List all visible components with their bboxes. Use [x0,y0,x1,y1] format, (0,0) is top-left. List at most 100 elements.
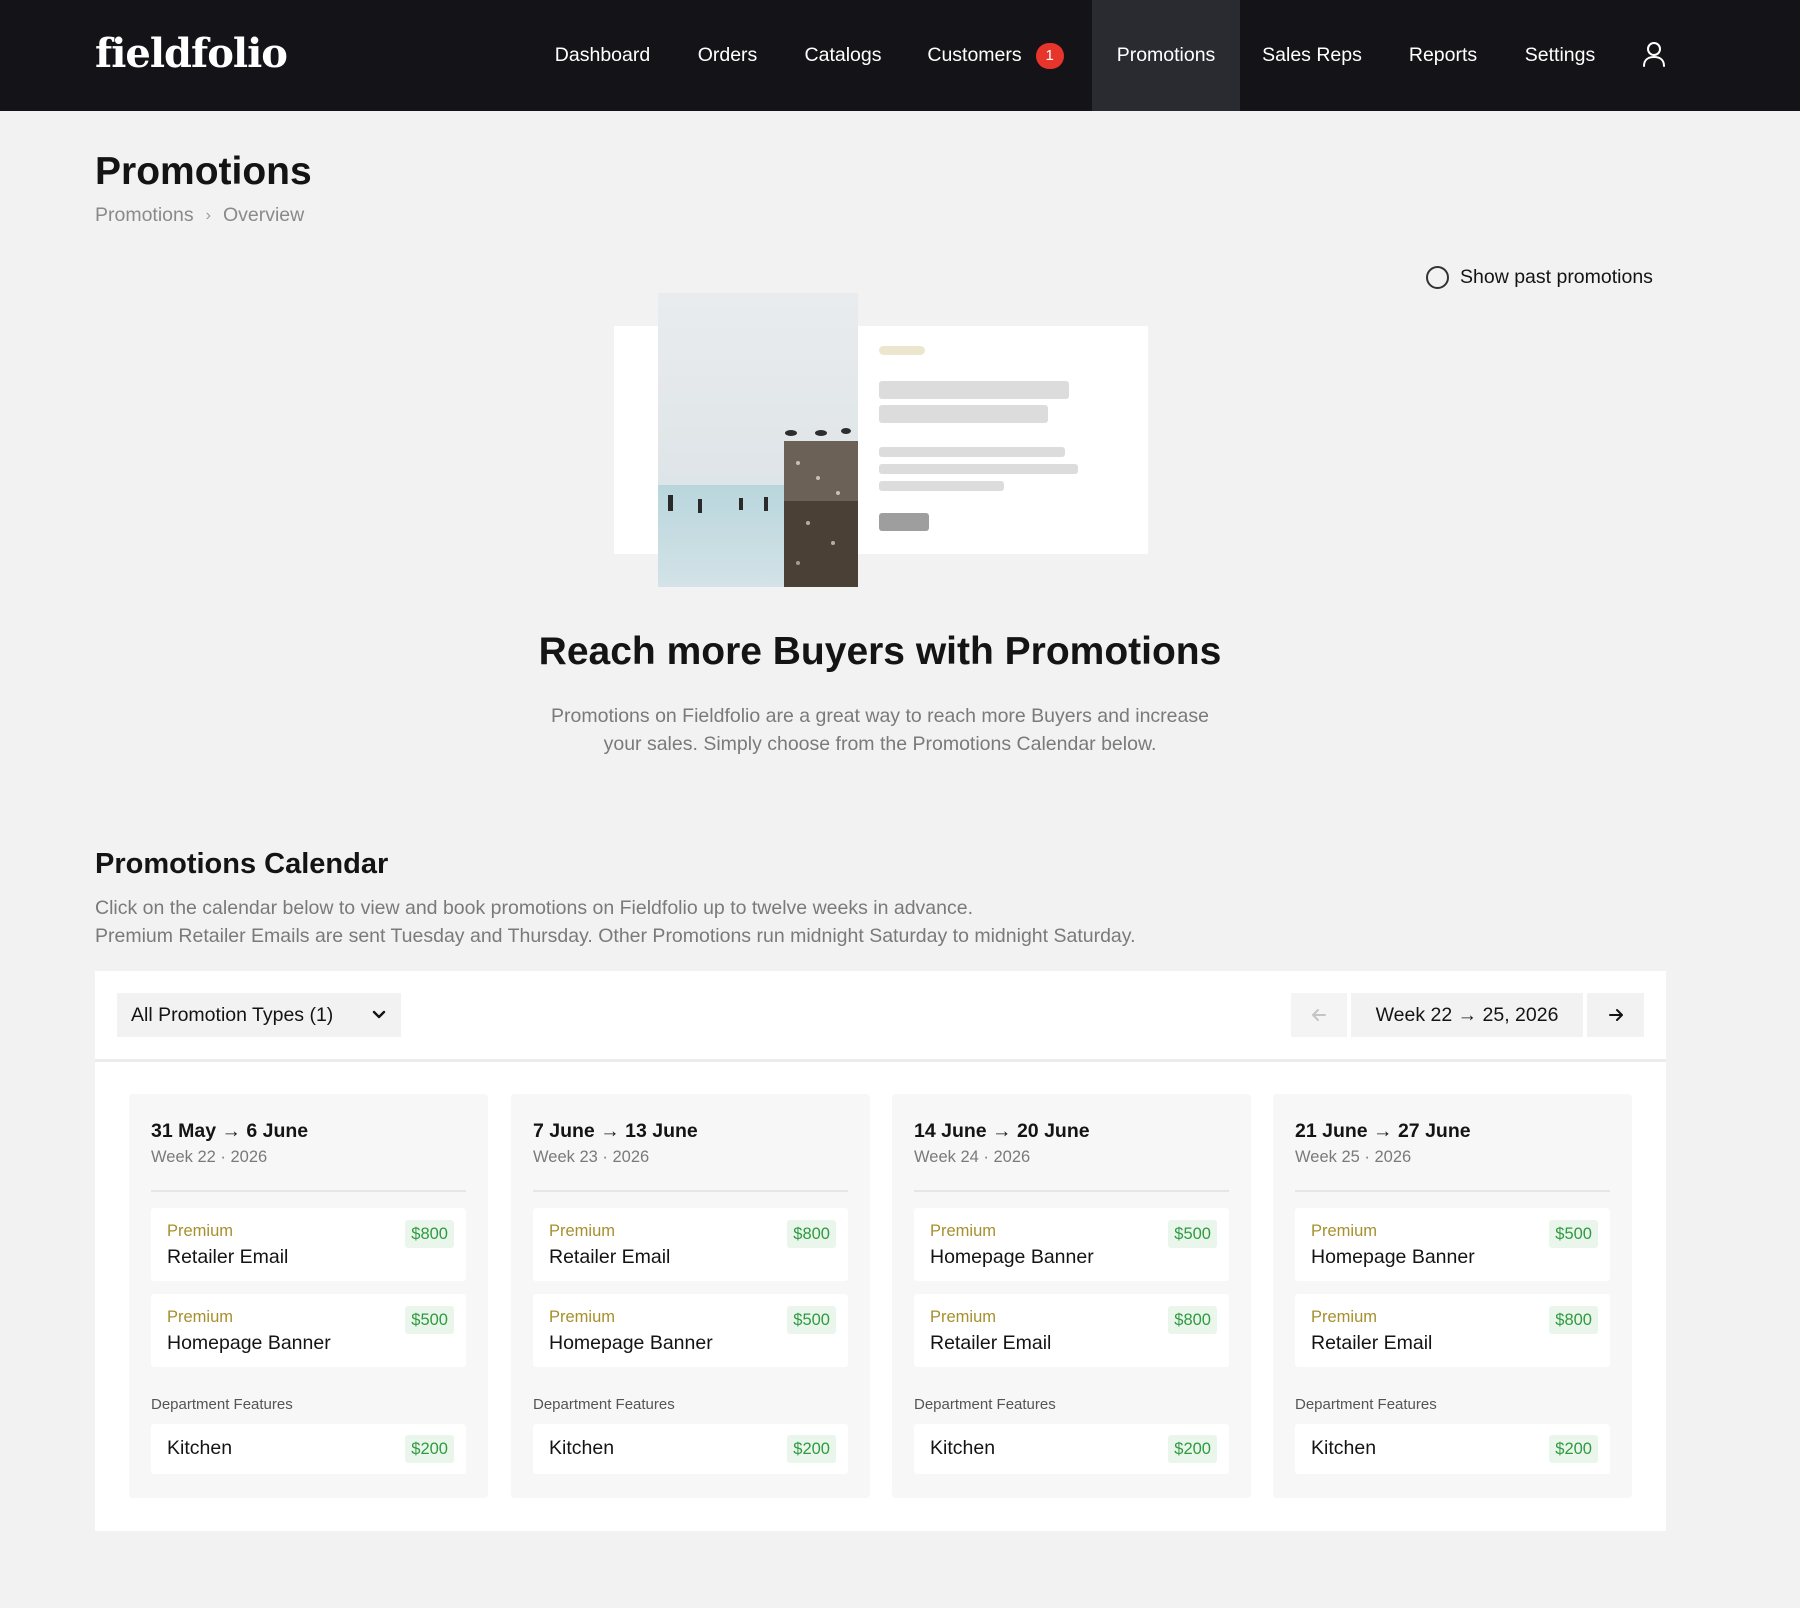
promotion-slot[interactable]: Premium Retailer Email $800 [1295,1294,1610,1367]
skeleton-heading-line [879,405,1048,423]
department-features-label: Department Features [151,1396,293,1413]
promotion-tier: Premium [549,1308,616,1326]
department-name: Kitchen [549,1437,615,1459]
customers-notification-badge: 1 [1035,42,1064,69]
promotion-price-badge: $200 [787,1435,836,1463]
department-feature-slot[interactable]: Kitchen $200 [151,1424,466,1474]
promotion-price-badge: $500 [787,1306,836,1334]
promotion-slot[interactable]: Premium Homepage Banner $500 [1295,1208,1610,1281]
promotion-slot[interactable]: Premium Homepage Banner $500 [151,1294,466,1367]
department-feature-slot[interactable]: Kitchen $200 [914,1424,1229,1474]
promotion-slot[interactable]: Premium Homepage Banner $500 [533,1294,848,1367]
nav-customers[interactable]: Customers 1 [913,0,1078,111]
breadcrumb: Promotions › Overview [95,204,304,227]
week-column: 21 June → 27 June Week 25 · 2026 Premium… [1273,1094,1632,1498]
promotion-price-badge: $800 [1549,1306,1598,1334]
nav-sales-reps[interactable]: Sales Reps [1251,0,1373,111]
week-number: Week 22 · 2026 [151,1148,268,1166]
promotion-price-badge: $200 [1168,1435,1217,1463]
panel-divider [95,1059,1666,1062]
show-past-promotions-label: Show past promotions [1460,266,1653,288]
page-title: Promotions [95,150,312,193]
radio-circle-icon[interactable] [1426,266,1449,289]
nav-settings[interactable]: Settings [1510,0,1610,111]
department-feature-slot[interactable]: Kitchen $200 [1295,1424,1610,1474]
week-date-range: 14 June → 20 June [914,1120,1090,1142]
week-range-selector[interactable]: Week 22 → 25, 2026 [1351,993,1583,1037]
chevron-down-icon [372,1010,386,1019]
promotion-slot[interactable]: Premium Retailer Email $800 [151,1208,466,1281]
promotion-slot[interactable]: Premium Retailer Email $800 [533,1208,848,1281]
promotion-tier: Premium [930,1222,997,1240]
promotion-name: Retailer Email [167,1246,289,1268]
department-features-label: Department Features [533,1396,675,1413]
skeleton-tag [879,346,925,355]
calendar-title: Promotions Calendar [95,848,389,880]
breadcrumb-chevron-icon: › [205,206,211,224]
arrow-right-icon [1608,1009,1623,1021]
promotion-slot[interactable]: Premium Homepage Banner $500 [914,1208,1229,1281]
top-navigation-bar: fieldfolio Dashboard Orders Catalogs Cus… [0,0,1800,111]
week-column: 14 June → 20 June Week 24 · 2026 Premium… [892,1094,1251,1498]
skeleton-text-line [879,464,1078,474]
nav-promotions[interactable]: Promotions [1092,0,1240,111]
promotion-tier: Premium [549,1222,616,1240]
calendar-description-line-1: Click on the calendar below to view and … [95,897,973,919]
promotion-tier: Premium [930,1308,997,1326]
skeleton-text-line [879,447,1065,457]
promotion-price-badge: $200 [405,1435,454,1463]
promotion-name: Retailer Email [1311,1332,1433,1354]
week-number: Week 25 · 2026 [1295,1148,1412,1166]
promotion-price-badge: $800 [405,1220,454,1248]
promotion-price-badge: $500 [1549,1220,1598,1248]
week-divider [1295,1190,1610,1192]
seaside-photo [658,293,858,587]
promotion-tier: Premium [167,1222,234,1240]
promotion-name: Homepage Banner [549,1332,713,1354]
nav-orders[interactable]: Orders [679,0,776,111]
next-weeks-button[interactable] [1587,993,1644,1037]
promotion-tier: Premium [1311,1308,1378,1326]
nav-catalogs[interactable]: Catalogs [787,0,899,111]
nav-settings-label: Settings [1524,44,1596,66]
nav-dashboard[interactable]: Dashboard [534,0,671,111]
nav-promotions-label: Promotions [1116,44,1216,66]
calendar-description: Click on the calendar below to view and … [95,894,1136,950]
nav-reports[interactable]: Reports [1396,0,1490,111]
department-name: Kitchen [167,1437,233,1459]
week-number: Week 24 · 2026 [914,1148,1031,1166]
nav-reports-label: Reports [1408,44,1478,66]
promotion-name: Homepage Banner [1311,1246,1475,1268]
promotion-type-filter-dropdown[interactable]: All Promotion Types (1) [117,993,401,1037]
arrow-left-icon [1312,1009,1326,1021]
nav-customers-label: Customers [927,44,1022,66]
nav-dashboard-label: Dashboard [554,44,651,66]
user-icon[interactable] [1640,40,1668,70]
department-feature-slot[interactable]: Kitchen $200 [533,1424,848,1474]
promotion-price-badge: $200 [1549,1435,1598,1463]
promotion-name: Homepage Banner [167,1332,331,1354]
week-date-range: 21 June → 27 June [1295,1120,1471,1142]
promotion-price-badge: $500 [1168,1220,1217,1248]
week-date-range: 7 June → 13 June [533,1120,698,1142]
department-features-label: Department Features [914,1396,1056,1413]
skeleton-text-line [879,481,1004,491]
promotions-calendar-panel: All Promotion Types (1) Week 22 → 25, 20… [95,971,1666,1531]
previous-weeks-button[interactable] [1291,993,1347,1037]
promotion-price-badge: $500 [405,1306,454,1334]
promotion-slot[interactable]: Premium Retailer Email $800 [914,1294,1229,1367]
department-name: Kitchen [1311,1437,1377,1459]
promotion-price-badge: $800 [1168,1306,1217,1334]
calendar-description-line-2: Premium Retailer Emails are sent Tuesday… [95,925,1136,947]
skeleton-button [879,513,929,531]
week-divider [914,1190,1229,1192]
fieldfolio-logo[interactable]: fieldfolio [95,30,288,77]
promotion-name: Retailer Email [549,1246,671,1268]
department-name: Kitchen [930,1437,996,1459]
hero-description: Promotions on Fieldfolio are a great way… [551,705,1209,755]
breadcrumb-promotions[interactable]: Promotions [95,204,194,227]
promotion-tier: Premium [1311,1222,1378,1240]
week-column: 7 June → 13 June Week 23 · 2026 Premium … [511,1094,870,1498]
show-past-promotions-toggle[interactable]: Show past promotions [1426,266,1653,289]
week-number: Week 23 · 2026 [533,1148,650,1166]
